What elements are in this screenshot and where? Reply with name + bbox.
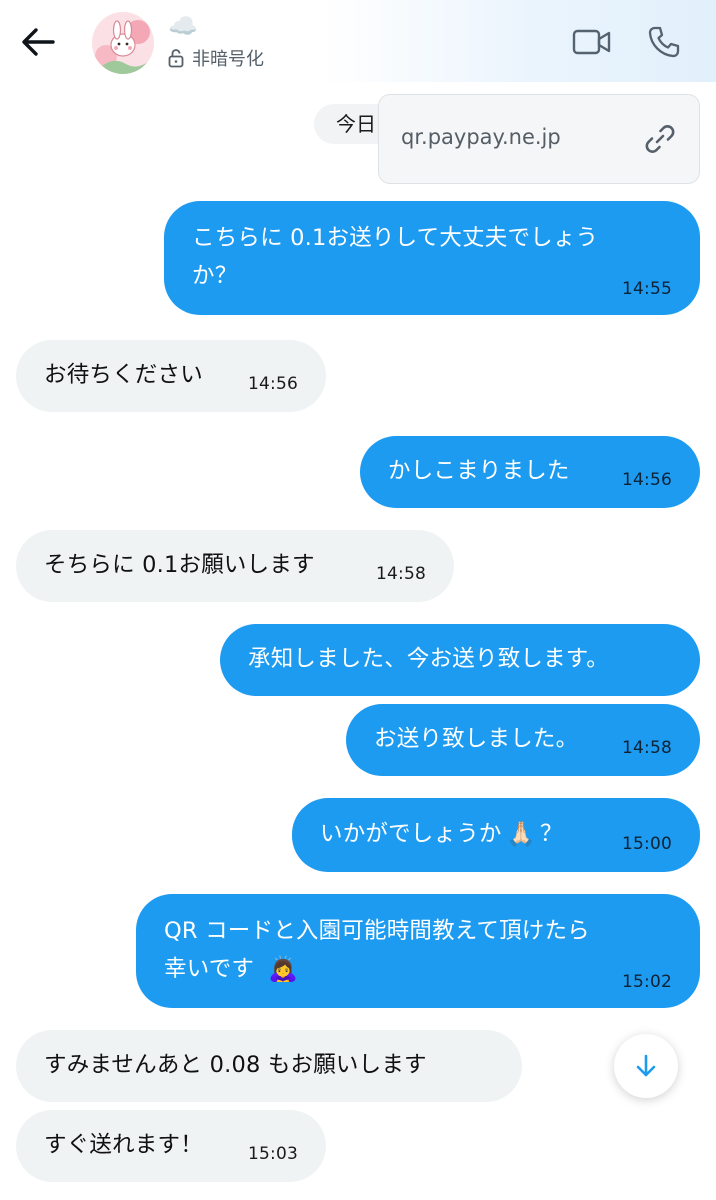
message-bubble-outgoing[interactable]: こちらに 0.1お送りして大丈夫でしょう か？ 14:55 [164, 201, 700, 315]
message-text: そちらに 0.1お願いします [44, 552, 315, 578]
phone-icon [648, 26, 680, 58]
message-text: お送り致しました。 [374, 726, 579, 752]
message-text: かしこまりました [388, 458, 570, 484]
link-icon [645, 125, 675, 153]
message-timestamp: 14:56 [622, 470, 672, 490]
arrow-down-icon [636, 1054, 656, 1077]
folded-hands-emoji: 🙏🏻 [506, 820, 537, 848]
message-text: お待ちください [44, 362, 203, 388]
message-bubble-outgoing[interactable]: 承知しました、今お送り致します。 [220, 624, 700, 696]
encryption-label: 非暗号化 [192, 49, 264, 70]
scroll-to-bottom-button[interactable] [614, 1034, 678, 1098]
message-text: か？ [192, 263, 238, 289]
message-timestamp: 14:58 [376, 564, 426, 584]
link-preview-card[interactable]: qr.paypay.ne.jp [378, 94, 700, 184]
message-text: こちらに 0.1お送りして大丈夫でしょう [192, 225, 599, 251]
lock-icon [168, 49, 184, 68]
bowing-woman-emoji: 🙇‍♀️ [268, 955, 299, 983]
message-text: QR コードと入園可能時間教えて頂けたら [164, 918, 590, 944]
message-timestamp: 14:56 [248, 374, 298, 394]
link-preview-url[interactable]: qr.paypay.ne.jp [401, 125, 561, 149]
message-bubble-incoming[interactable]: そちらに 0.1お願いします 14:58 [16, 530, 454, 602]
avatar[interactable] [92, 12, 154, 74]
message-text: いかがでしょうか [320, 821, 502, 847]
message-text: すみませんあと 0.08 もお願いします [44, 1052, 427, 1078]
message-text: 幸いです [164, 956, 255, 982]
back-button[interactable] [14, 18, 62, 66]
message-bubble-incoming[interactable]: すぐ送れます！ 15:03 [16, 1110, 326, 1182]
voice-call-button[interactable] [640, 18, 688, 66]
message-timestamp: 15:00 [622, 834, 672, 854]
message-timestamp: 14:58 [622, 738, 672, 758]
message-bubble-outgoing[interactable]: QR コードと入園可能時間教えて頂けたら 幸いです 🙇‍♀️ 15:02 [136, 894, 700, 1008]
message-text: すぐ送れます！ [44, 1132, 203, 1158]
message-bubble-outgoing[interactable]: いかがでしょうか 🙏🏻 ？ 15:00 [292, 798, 700, 872]
message-timestamp: 15:02 [622, 972, 672, 992]
back-arrow-icon [22, 28, 55, 56]
message-list[interactable]: 今日 qr.paypay.ne.jp こちらに 0.1お送りして大丈夫でしょう … [0, 82, 716, 1200]
message-timestamp: 15:03 [248, 1144, 298, 1164]
video-call-icon [572, 29, 611, 55]
message-bubble-incoming[interactable]: お待ちください 14:56 [16, 340, 326, 412]
message-timestamp: 14:55 [622, 279, 672, 299]
encryption-status: 非暗号化 [168, 44, 264, 72]
dm-conversation-screen: ☁️ 非暗号化 今日 qr.paypay.ne.jp こちらに 0.1お送りして… [0, 0, 716, 1200]
message-text: 承知しました、今お送り致します。 [248, 646, 609, 672]
message-text: ？ [540, 821, 563, 847]
avatar-image [92, 12, 154, 74]
conversation-header: ☁️ 非暗号化 [0, 0, 716, 82]
video-call-button[interactable] [568, 18, 616, 66]
message-bubble-outgoing[interactable]: お送り致しました。 14:58 [346, 704, 700, 776]
contact-name[interactable]: ☁️ [168, 12, 198, 40]
message-bubble-outgoing[interactable]: かしこまりました 14:56 [360, 436, 700, 508]
message-bubble-incoming[interactable]: すみませんあと 0.08 もお願いします [16, 1030, 522, 1102]
